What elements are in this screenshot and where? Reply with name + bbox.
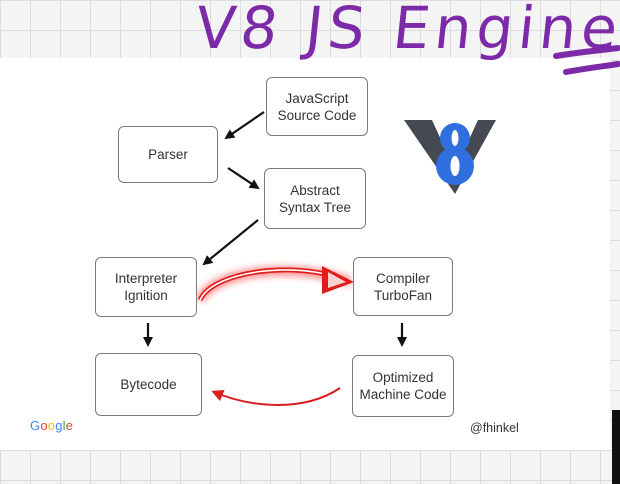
google-logo: Google (30, 418, 73, 433)
google-letter: o (40, 418, 48, 433)
google-letter: g (55, 418, 63, 433)
presenter-silhouette (612, 410, 620, 484)
v8-logo-icon (404, 120, 496, 194)
author-handle: @fhinkel (470, 421, 519, 435)
google-letter: G (30, 418, 41, 433)
google-letter: e (65, 418, 74, 433)
